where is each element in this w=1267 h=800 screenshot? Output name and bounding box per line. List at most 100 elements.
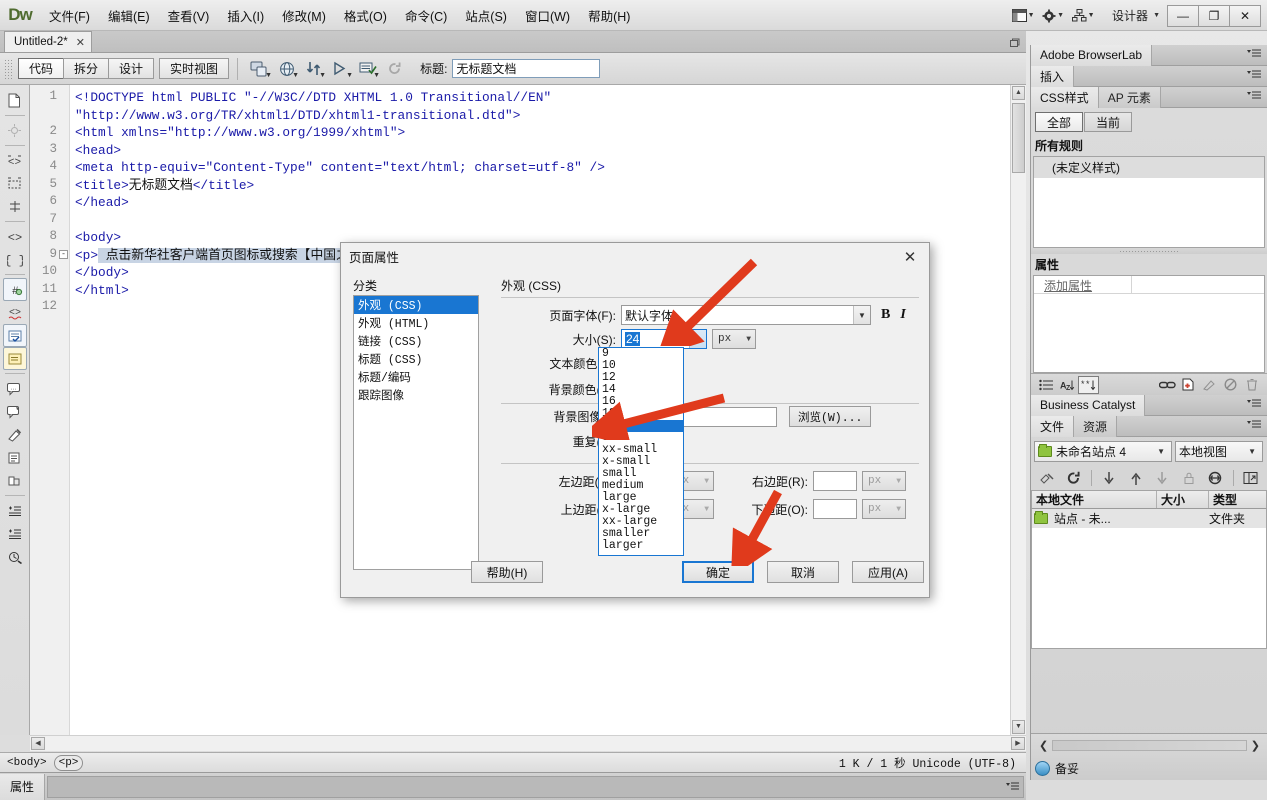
panel-options-icon[interactable] <box>1247 91 1262 101</box>
preview-browser-icon[interactable]: ▼ <box>327 57 354 81</box>
view-split-button[interactable]: 拆分 <box>63 58 110 79</box>
move-css-rules-icon[interactable] <box>3 423 27 446</box>
css-mode-all-button[interactable]: 全部 <box>1035 112 1084 132</box>
scroll-up-arrow-icon[interactable]: ▲ <box>1012 86 1025 100</box>
show-category-view-icon[interactable] <box>1036 376 1057 394</box>
format-source-icon[interactable] <box>3 469 27 492</box>
menu-modify[interactable]: 修改(M) <box>273 2 335 29</box>
refresh-icon[interactable] <box>1062 468 1087 488</box>
code-line[interactable]: "http://www.w3.org/TR/xhtml1/DTD/xhtml1-… <box>75 107 520 125</box>
code-line[interactable]: <head> <box>75 142 121 160</box>
page-title-input[interactable] <box>452 59 601 78</box>
outdent-icon[interactable] <box>3 499 27 522</box>
site-selector[interactable]: 未命名站点 4 ▼ <box>1034 441 1172 462</box>
open-documents-icon[interactable] <box>3 89 27 112</box>
connect-to-remote-icon[interactable] <box>1035 468 1060 488</box>
highlight-invalid-icon[interactable]: <> <box>3 301 27 324</box>
scroll-left-arrow-icon[interactable]: ◀ <box>31 737 45 750</box>
expand-all-icon[interactable] <box>3 195 27 218</box>
menu-format[interactable]: 格式(O) <box>335 2 396 29</box>
site-tree-icon[interactable]: ▼ <box>1068 0 1098 31</box>
panel-options-icon[interactable] <box>1247 49 1262 59</box>
view-selector[interactable]: 本地视图 ▼ <box>1175 441 1263 462</box>
document-tab[interactable]: Untitled-2* ✕ <box>4 31 92 52</box>
indent-code-icon[interactable] <box>3 446 27 469</box>
category-headings-css[interactable]: 标题 (CSS) <box>354 350 478 368</box>
panel-options-icon[interactable] <box>1247 399 1262 409</box>
code-collapse-toggle[interactable]: - <box>59 249 68 259</box>
column-local-files[interactable]: 本地文件 <box>1032 491 1157 508</box>
collapse-selection-icon[interactable] <box>3 172 27 195</box>
help-button[interactable]: 帮助(H) <box>471 561 543 583</box>
panel-options-icon[interactable] <box>1006 781 1019 795</box>
panel-browserlab-header[interactable]: Adobe BrowserLab <box>1031 44 1267 66</box>
horizontal-scroll-thumb[interactable] <box>1052 740 1247 751</box>
panel-tab-insert[interactable]: 插入 <box>1031 65 1075 87</box>
close-button[interactable]: ✕ <box>1229 4 1261 27</box>
column-type[interactable]: 类型 <box>1209 491 1266 508</box>
apply-comment-icon[interactable] <box>2 324 27 347</box>
category-tracing-image[interactable]: 跟踪图像 <box>354 386 478 404</box>
menu-window[interactable]: 窗口(W) <box>516 2 579 29</box>
category-links-css[interactable]: 链接 (CSS) <box>354 332 478 350</box>
tag-selector-p[interactable]: <p> <box>53 754 84 771</box>
page-font-select[interactable]: 默认字体 ▼ <box>621 305 871 325</box>
check-browser-icon[interactable]: ▼ <box>354 57 381 81</box>
line-numbers-icon[interactable]: # <box>2 278 27 301</box>
apply-button[interactable]: 应用(A) <box>852 561 924 583</box>
maximize-button[interactable]: ❐ <box>1198 4 1230 27</box>
category-appearance-css[interactable]: 外观 (CSS) <box>354 296 478 314</box>
css-add-property-value[interactable] <box>1132 276 1264 293</box>
code-line[interactable]: <html xmlns="http://www.w3.org/1999/xhtm… <box>75 124 405 142</box>
synchronize-icon[interactable] <box>1203 468 1228 488</box>
code-line[interactable]: </html> <box>75 282 129 300</box>
dialog-category-list[interactable]: 外观 (CSS) 外观 (HTML) 链接 (CSS) 标题 (CSS) 标题/… <box>353 295 479 570</box>
menu-help[interactable]: 帮助(H) <box>579 2 639 29</box>
css-add-property-label[interactable]: 添加属性 <box>1034 276 1132 293</box>
recent-files-icon[interactable] <box>3 545 27 568</box>
layout-icon[interactable]: ▼ <box>1008 0 1038 31</box>
category-title-encoding[interactable]: 标题/编码 <box>354 368 478 386</box>
css-add-property-row[interactable]: 添加属性 <box>1034 276 1264 294</box>
css-properties-grid[interactable]: 添加属性 <box>1033 275 1265 373</box>
chevron-down-icon[interactable]: ▼ <box>1153 12 1160 19</box>
menu-commands[interactable]: 命令(C) <box>396 2 456 29</box>
panel-insert-header[interactable]: 插入 <box>1031 65 1267 87</box>
code-line[interactable]: <title>无标题文档</title> <box>75 177 254 195</box>
collapse-full-tag-icon[interactable]: <> <box>3 149 27 172</box>
indent-icon[interactable] <box>3 522 27 545</box>
code-line[interactable]: <meta http-equiv="Content-Type" content=… <box>75 159 605 177</box>
chevron-down-icon[interactable]: ▼ <box>853 306 870 324</box>
panel-tab-ap-elements[interactable]: AP 元素 <box>1098 86 1161 108</box>
right-margin-unit[interactable]: px ▼ <box>862 471 906 491</box>
select-parent-tag-icon[interactable]: <> <box>3 225 27 248</box>
view-live-button[interactable]: 实时视图 <box>159 58 230 79</box>
minimize-button[interactable]: — <box>1167 4 1199 27</box>
put-files-icon[interactable] <box>1123 468 1148 488</box>
expand-panel-icon[interactable] <box>1238 468 1263 488</box>
get-files-icon[interactable] <box>1097 468 1122 488</box>
menu-insert[interactable]: 插入(I) <box>218 2 273 29</box>
italic-button[interactable]: I <box>900 307 905 323</box>
editor-horizontal-scrollbar[interactable]: ◀ ▶ <box>30 735 1026 751</box>
cancel-button[interactable]: 取消 <box>767 561 839 583</box>
panel-tab-assets[interactable]: 资源 <box>1074 415 1118 437</box>
recent-snippets-icon[interactable] <box>3 400 27 423</box>
panel-business-catalyst-header[interactable]: Business Catalyst <box>1031 394 1267 416</box>
close-icon[interactable]: ✕ <box>895 246 925 268</box>
panel-tab-css-styles[interactable]: CSS样式 <box>1031 86 1099 108</box>
balance-braces-icon[interactable]: { } <box>3 248 27 271</box>
log-row[interactable]: 备妥 <box>1031 757 1267 780</box>
bottom-margin-unit[interactable]: px ▼ <box>862 499 906 519</box>
view-code-button[interactable]: 代码 <box>18 58 65 79</box>
chevron-down-icon[interactable]: ▼ <box>689 330 706 348</box>
live-code-icon[interactable]: ▼ <box>246 57 273 81</box>
show-set-properties-icon[interactable]: * * <box>1078 375 1099 394</box>
scroll-left-arrow-icon[interactable]: ❮ <box>1035 739 1052 752</box>
close-icon[interactable]: ✕ <box>76 36 85 49</box>
code-line[interactable]: </head> <box>75 194 129 212</box>
panel-tab-files[interactable]: 文件 <box>1031 415 1075 437</box>
properties-tab[interactable]: 属性 <box>0 773 46 800</box>
css-rules-list[interactable]: (未定义样式) <box>1033 156 1265 248</box>
size-option[interactable]: larger <box>599 540 683 552</box>
